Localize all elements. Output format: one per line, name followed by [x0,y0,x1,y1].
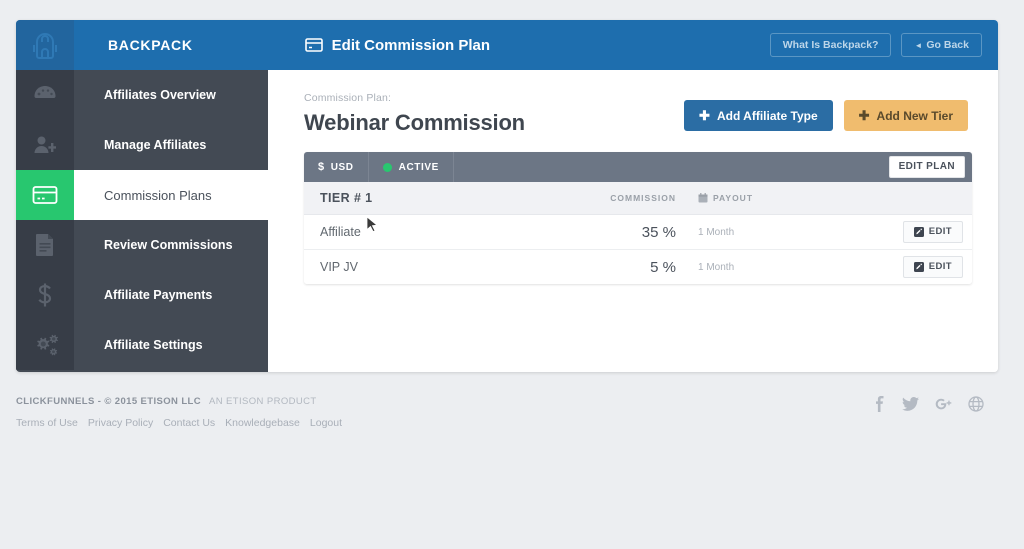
left-caret-icon: ◄ [914,40,923,50]
row-edit-label: EDIT [928,261,952,273]
row-edit-button[interactable]: EDIT [902,256,963,278]
sidebar-item-label: Affiliate Settings [104,338,203,352]
go-back-button[interactable]: ◄ Go Back [901,32,982,58]
footer-copyright-strong: CLICKFUNNELS - © 2015 ETISON LLC [16,396,202,407]
what-is-backpack-label: What Is Backpack? [782,38,879,51]
twitter-icon[interactable] [902,397,919,411]
plan-status-bar: $ USD ACTIVE EDIT PLAN [304,152,972,182]
sidebar-item-commission-plans[interactable]: Commission Plans [16,170,268,220]
app-window: BACKPACK Edit Commission Plan What Is Ba… [16,20,998,372]
row-payout: 1 Month [698,226,735,238]
footer: CLICKFUNNELS - © 2015 ETISON LLC AN ETISO… [16,396,998,429]
add-new-tier-button[interactable]: ✚ Add New Tier [843,100,968,131]
sidebar-item-label: Affiliates Overview [104,88,216,102]
column-header-payout: PAYOUT [698,193,753,203]
dollar-sign-icon [16,270,74,320]
sidebar-item-label: Commission Plans [104,187,212,203]
social-links [872,396,984,412]
sidebar-item-label: Manage Affiliates [104,138,207,152]
credit-card-icon [16,170,74,220]
sidebar-item-review-commissions[interactable]: Review Commissions [16,220,268,270]
edit-plan-button[interactable]: EDIT PLAN [888,156,965,178]
row-payout: 1 Month [698,261,735,273]
plus-icon: ✚ [858,108,870,123]
credit-card-icon [304,38,323,52]
sidebar-item-affiliate-payments[interactable]: Affiliate Payments [16,270,268,320]
currency-chip[interactable]: $ USD [304,152,369,182]
footer-link-terms[interactable]: Terms of Use [16,417,78,429]
page-root: BACKPACK Edit Commission Plan What Is Ba… [0,0,1024,549]
logo-cell[interactable] [16,20,74,70]
tier-label: TIER # 1 [320,191,373,205]
user-add-icon [16,120,74,170]
status-dot-icon [382,162,392,172]
currency-label: USD [330,161,354,173]
plan-title: Webinar Commission [304,110,525,135]
backpack-icon [31,30,59,60]
add-affiliate-type-label: Add Affiliate Type [716,108,818,123]
column-header-payout-label: PAYOUT [713,193,754,203]
calendar-icon [698,193,708,203]
sidebar-item-affiliate-settings[interactable]: Affiliate Settings [16,320,268,370]
top-bar: BACKPACK Edit Commission Plan What Is Ba… [16,20,998,70]
status-badge: ACTIVE [398,161,439,173]
pencil-icon [913,262,924,272]
table-row[interactable]: Affiliate 35 % 1 Month EDIT [304,215,972,250]
content-header: Commission Plan: Webinar Commission ✚ Ad… [268,70,998,136]
plan-heading-group: Commission Plan: Webinar Commission [304,92,525,136]
page-title: Edit Commission Plan [304,36,491,54]
facebook-icon[interactable] [872,396,886,412]
main-content: Commission Plan: Webinar Commission ✚ Ad… [268,70,998,372]
footer-link-knowledgebase[interactable]: Knowledgebase [225,417,300,429]
status-chip[interactable]: ACTIVE [369,152,454,182]
topbar-actions: What Is Backpack? ◄ Go Back [769,32,998,58]
footer-copyright-muted: AN ETISON PRODUCT [209,396,317,407]
footer-links: Terms of Use Privacy Policy Contact Us Know… [16,417,998,429]
go-back-label: Go Back [926,38,969,51]
footer-copyright: CLICKFUNNELS - © 2015 ETISON LLC AN ETISO… [16,396,998,407]
gears-icon [16,320,74,370]
row-affiliate-type: VIP JV [320,260,358,274]
tier-header-row: TIER # 1 COMMISSION PAYOUT [304,182,972,215]
row-commission: 35 % [641,223,676,241]
sidebar-item-label: Review Commissions [104,238,233,252]
plan-kicker: Commission Plan: [304,92,392,104]
page-title-text: Edit Commission Plan [331,36,491,54]
header-actions: ✚ Add Affiliate Type ✚ Add New Tier [684,92,968,131]
dashboard-gauge-icon [16,70,74,120]
edit-plan-label: EDIT PLAN [898,161,955,172]
add-new-tier-label: Add New Tier [876,108,953,123]
commission-plan-card: $ USD ACTIVE EDIT PLAN TIER # 1 COMMISSI… [304,152,972,284]
sidebar: Affiliates Overview Manage Affiliates Co… [16,70,268,372]
what-is-backpack-button[interactable]: What Is Backpack? [769,32,892,58]
pencil-icon [913,227,924,237]
plus-icon: ✚ [699,108,710,123]
row-affiliate-type: Affiliate [320,225,361,239]
dollar-sign-icon: $ [318,161,325,173]
add-affiliate-type-button[interactable]: ✚ Add Affiliate Type [684,100,833,131]
sidebar-item-affiliates-overview[interactable]: Affiliates Overview [16,70,268,120]
sidebar-item-manage-affiliates[interactable]: Manage Affiliates [16,120,268,170]
row-commission: 5 % [650,258,676,276]
table-row[interactable]: VIP JV 5 % 1 Month EDIT [304,250,972,284]
globe-icon[interactable] [968,396,984,412]
footer-link-contact[interactable]: Contact Us [163,417,215,429]
row-edit-label: EDIT [928,226,952,238]
footer-link-logout[interactable]: Logout [310,417,342,429]
google-plus-icon[interactable] [935,397,952,411]
column-header-commission: COMMISSION [610,193,676,203]
row-edit-button[interactable]: EDIT [902,221,963,243]
sidebar-item-label: Affiliate Payments [104,288,213,302]
brand-title: BACKPACK [108,37,193,53]
footer-link-privacy[interactable]: Privacy Policy [88,417,153,429]
document-icon [16,220,74,270]
